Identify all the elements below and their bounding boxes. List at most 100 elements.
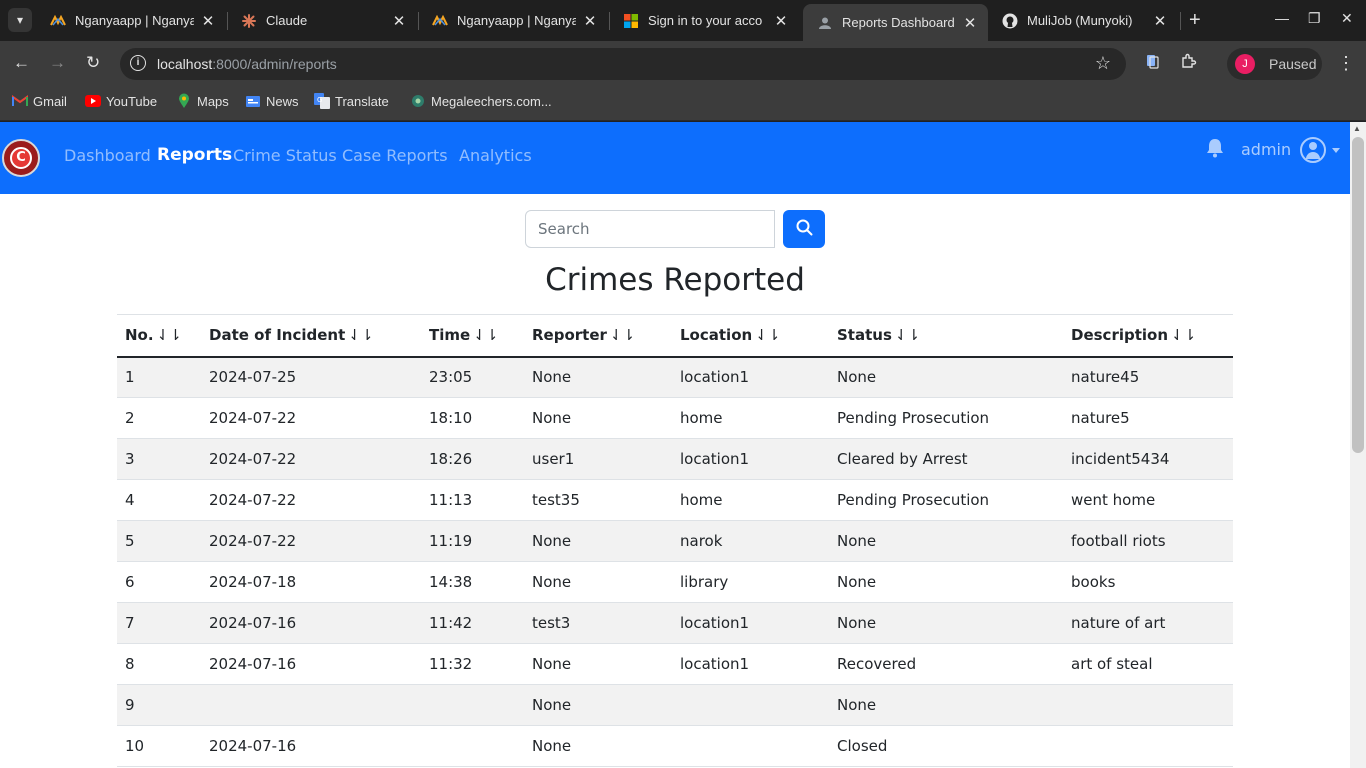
close-tab-icon[interactable]: ✕ [200, 12, 216, 30]
username-label[interactable]: admin [1241, 140, 1291, 159]
sort-icon[interactable]: ⇃⇂ [473, 326, 498, 344]
table-row[interactable]: 2 2024-07-22 18:10 None home Pending Prosecut… [117, 397, 1233, 439]
column-header-time[interactable]: Time ⇃⇂ [421, 314, 524, 358]
sort-icon[interactable]: ⇃⇂ [1171, 326, 1196, 344]
table-row[interactable]: 10 2024-07-16 None Closed [117, 725, 1233, 767]
cell-time [421, 684, 524, 726]
table-row[interactable]: 3 2024-07-22 18:26 user1 location1 Cleared by… [117, 438, 1233, 480]
column-header-no[interactable]: No. ⇃⇂ [117, 314, 201, 358]
search-input[interactable] [525, 210, 775, 248]
tab-nganyaapp-1[interactable]: Nganyaapp | Nganya ✕ [36, 4, 226, 37]
close-window-icon[interactable]: ✕ [1341, 10, 1353, 27]
minimize-icon[interactable]: — [1275, 10, 1289, 26]
bookmark-label: Translate [335, 93, 389, 109]
extensions-icon[interactable] [1180, 53, 1197, 75]
close-tab-icon[interactable]: ✕ [1152, 12, 1168, 30]
bookmark-youtube[interactable]: YouTube [85, 93, 157, 109]
table-row[interactable]: 5 2024-07-22 11:19 None narok None football ri… [117, 520, 1233, 562]
cell-location: library [672, 561, 829, 603]
scrollbar-thumb[interactable] [1352, 137, 1364, 453]
bookmark-gmail[interactable]: Gmail [12, 93, 67, 109]
column-header-reporter[interactable]: Reporter ⇃⇂ [524, 314, 672, 358]
sort-icon[interactable]: ⇃⇂ [895, 326, 920, 344]
column-header-date[interactable]: Date of Incident ⇃⇂ [201, 314, 421, 358]
search-button[interactable] [783, 210, 825, 248]
close-tab-icon[interactable]: ✕ [391, 12, 407, 30]
reading-list-icon[interactable] [1144, 53, 1160, 74]
caret-down-icon[interactable] [1332, 148, 1340, 153]
nav-analytics[interactable]: Analytics [459, 146, 532, 165]
site-info-icon[interactable]: i [130, 55, 146, 71]
tab-reports-dashboard[interactable]: Reports Dashboard ✕ [803, 4, 988, 41]
cell-time: 18:10 [421, 397, 524, 439]
column-header-location[interactable]: Location ⇃⇂ [672, 314, 829, 358]
forward-icon[interactable]: → [49, 53, 66, 73]
column-label: Time [429, 326, 471, 345]
bookmark-star-icon[interactable]: ☆ [1095, 53, 1111, 74]
address-bar[interactable]: i localhost:8000/admin/reports ☆ [120, 48, 1126, 80]
sort-icon[interactable]: ⇃⇂ [610, 326, 635, 344]
cell-reporter: None [524, 643, 672, 685]
chevron-down-icon: ▾ [16, 13, 24, 27]
brand-logo[interactable]: C [2, 139, 40, 177]
profile-status: Paused [1269, 56, 1317, 72]
table-row[interactable]: 6 2024-07-18 14:38 None library None books [117, 561, 1233, 603]
reload-icon[interactable]: ↻ [86, 53, 100, 73]
nav-dashboard[interactable]: Dashboard [64, 146, 151, 165]
tab-nganyaapp-2[interactable]: Nganyaapp | Nganya ✕ [418, 4, 608, 37]
cell-time: 11:13 [421, 479, 524, 521]
table-row[interactable]: 9 None None [117, 684, 1233, 726]
microsoft-icon [623, 13, 639, 29]
cell-time: 23:05 [421, 356, 524, 398]
cell-status: None [829, 684, 1063, 726]
table-row[interactable]: 1 2024-07-25 23:05 None location1 None nature4… [117, 356, 1233, 398]
cell-location: home [672, 397, 829, 439]
column-label: Description [1071, 326, 1169, 345]
svg-text:G: G [317, 96, 322, 104]
table-body: 1 2024-07-25 23:05 None location1 None nature4… [117, 356, 1233, 767]
close-tab-icon[interactable]: ✕ [962, 14, 978, 32]
cell-reporter: None [524, 520, 672, 562]
sort-icon[interactable]: ⇃⇂ [157, 326, 182, 344]
bookmark-label: Gmail [33, 93, 67, 109]
nav-crime-status[interactable]: Crime Status [233, 146, 337, 165]
cell-time: 14:38 [421, 561, 524, 603]
nav-case-reports[interactable]: Case Reports [342, 146, 448, 165]
bookmarks-bar: Gmail YouTube Maps News G Translate Mega… [0, 86, 1366, 121]
cell-date: 2024-07-22 [201, 397, 421, 439]
cell-status: Closed [829, 725, 1063, 767]
sort-icon[interactable]: ⇃⇂ [755, 326, 780, 344]
restore-icon[interactable]: ❐ [1308, 10, 1321, 27]
back-icon[interactable]: ← [13, 53, 30, 73]
cell-no: 5 [117, 520, 201, 562]
sort-icon[interactable]: ⇃⇂ [348, 326, 373, 344]
user-account-icon[interactable] [1300, 137, 1326, 163]
cell-reporter: None [524, 725, 672, 767]
tab-github[interactable]: MuliJob (Munyoki) ✕ [988, 4, 1178, 37]
nav-reports[interactable]: Reports [157, 145, 232, 165]
cell-date: 2024-07-22 [201, 520, 421, 562]
url-text[interactable]: localhost:8000/admin/reports [157, 56, 337, 72]
close-tab-icon[interactable]: ✕ [582, 12, 598, 30]
close-tab-icon[interactable]: ✕ [773, 12, 789, 30]
new-tab-icon[interactable]: + [1189, 10, 1201, 30]
bookmark-maps[interactable]: Maps [176, 93, 229, 109]
tab-divider [1180, 12, 1181, 30]
table-row[interactable]: 7 2024-07-16 11:42 test3 location1 None nature… [117, 602, 1233, 644]
bookmark-translate[interactable]: G Translate [314, 93, 389, 109]
table-row[interactable]: 4 2024-07-22 11:13 test35 home Pending Prosec… [117, 479, 1233, 521]
cell-location: location1 [672, 356, 829, 398]
notification-bell-icon[interactable] [1206, 138, 1224, 163]
scroll-up-arrow-icon[interactable]: ▲ [1353, 124, 1361, 133]
tab-claude[interactable]: Claude ✕ [227, 4, 417, 37]
cell-time [421, 725, 524, 767]
column-header-status[interactable]: Status ⇃⇂ [829, 314, 1063, 358]
browser-menu-icon[interactable]: ⋮ [1337, 53, 1355, 74]
bookmark-news[interactable]: News [245, 93, 299, 109]
tab-microsoft-signin[interactable]: Sign in to your acco ✕ [609, 4, 799, 37]
profile-button[interactable]: J Paused [1227, 48, 1322, 80]
tab-search-button[interactable]: ▾ [8, 8, 32, 32]
column-header-description[interactable]: Description ⇃⇂ [1063, 314, 1233, 358]
table-row[interactable]: 8 2024-07-16 11:32 None location1 Recovered ar… [117, 643, 1233, 685]
bookmark-megaleechers[interactable]: Megaleechers.com... [410, 93, 552, 109]
